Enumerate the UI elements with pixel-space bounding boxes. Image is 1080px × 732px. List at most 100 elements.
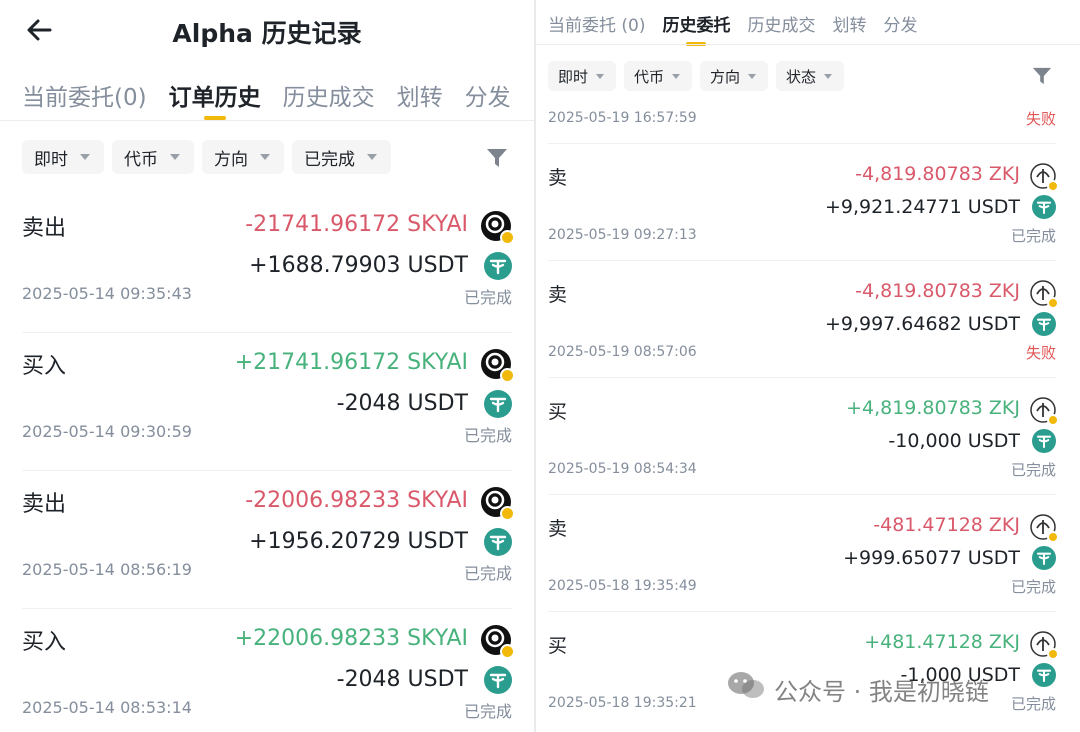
filter-time-dropdown[interactable]: 即时 xyxy=(22,140,104,174)
order-row[interactable]: 卖 -4,819.80783 ZKJ +9,921.24771 USDT 202… xyxy=(548,143,1059,261)
caret-down-icon xyxy=(170,154,180,160)
caret-down-icon xyxy=(260,154,270,160)
token-logo-icon xyxy=(480,486,515,521)
filter-label: 方向 xyxy=(214,149,248,170)
usdt-amount: -2048 USDT xyxy=(336,391,468,416)
chain-badge-icon xyxy=(500,644,515,659)
usdt-amount: -2048 USDT xyxy=(336,667,468,692)
order-status: 已完成 xyxy=(463,702,512,721)
order-time: 2025-05-19 08:54:34 xyxy=(548,461,697,477)
order-row[interactable]: 卖 -481.47128 ZKJ +999.65077 USDT 2025-05… xyxy=(548,494,1059,612)
wechat-icon xyxy=(726,670,766,708)
filter-label: 代币 xyxy=(124,149,158,170)
order-status: 已完成 xyxy=(1010,695,1056,713)
token-logo-icon xyxy=(1030,514,1059,543)
chain-badge-icon xyxy=(1047,297,1059,309)
caret-down-icon xyxy=(80,154,90,160)
token-amount: -22006.98233 SKYAI xyxy=(245,488,468,513)
order-time: 2025-05-14 09:30:59 xyxy=(22,422,192,441)
order-status: 失败 xyxy=(1025,110,1056,128)
filter-label: 即时 xyxy=(34,149,68,170)
token-amount: -4,819.80783 ZKJ xyxy=(855,163,1020,185)
order-row-partial[interactable]: 2025-05-19 16:57:59 失败 xyxy=(548,26,1056,144)
usdt-icon xyxy=(484,528,512,556)
tab-order-history[interactable]: 订单历史 xyxy=(169,78,261,112)
order-time: 2025-05-14 08:53:14 xyxy=(22,698,192,717)
left-panel: Alpha 历史记录 当前委托(0) 订单历史 历史成交 划转 分发 即时 代币… xyxy=(0,0,534,732)
order-row[interactable]: 买入 +22006.98233 SKYAI -2048 USDT 2025-05… xyxy=(22,608,515,732)
order-time: 2025-05-18 19:35:49 xyxy=(548,578,697,594)
chain-badge-icon xyxy=(1047,414,1059,426)
order-side: 买入 xyxy=(22,630,67,655)
tab-trade-history[interactable]: 历史成交 xyxy=(283,78,375,112)
watermark-text: 公众号 · 我是初晓链 xyxy=(774,677,989,706)
order-status: 已完成 xyxy=(463,288,512,307)
filter-bar: 即时 代币 方向 已完成 xyxy=(22,140,391,174)
usdt-icon xyxy=(1032,195,1056,219)
chain-badge-icon xyxy=(500,368,515,383)
tab-transfer[interactable]: 划转 xyxy=(397,78,443,112)
usdt-icon xyxy=(484,390,512,418)
order-time: 2025-05-19 08:57:06 xyxy=(548,344,697,360)
usdt-icon xyxy=(1032,546,1056,570)
token-amount: -481.47128 ZKJ xyxy=(873,514,1020,536)
token-logo-icon xyxy=(1030,631,1059,660)
order-side: 卖 xyxy=(548,284,568,306)
order-status: 失败 xyxy=(1025,344,1056,362)
tab-divider xyxy=(0,120,534,121)
caret-down-icon xyxy=(367,154,377,160)
usdt-amount: -10,000 USDT xyxy=(888,430,1020,452)
order-side: 卖 xyxy=(548,167,568,189)
tab-distribution[interactable]: 分发 xyxy=(465,78,511,112)
usdt-amount: +9,921.24771 USDT xyxy=(824,196,1020,218)
chain-badge-icon xyxy=(1047,648,1059,660)
token-amount: +481.47128 ZKJ xyxy=(864,631,1020,653)
token-amount: +22006.98233 SKYAI xyxy=(234,626,468,651)
chain-badge-icon xyxy=(1047,180,1059,192)
order-status: 已完成 xyxy=(1010,227,1056,245)
order-row[interactable]: 卖出 -21741.96172 SKYAI +1688.79903 USDT 2… xyxy=(22,194,515,333)
token-logo-icon xyxy=(1030,280,1059,309)
chain-badge-icon xyxy=(1047,531,1059,543)
usdt-amount: +1956.20729 USDT xyxy=(249,529,468,554)
order-row[interactable]: 买入 +21741.96172 SKYAI -2048 USDT 2025-05… xyxy=(22,332,515,471)
order-status: 已完成 xyxy=(1010,578,1056,596)
usdt-icon xyxy=(1032,312,1056,336)
order-side: 卖出 xyxy=(22,492,67,517)
tab-current-orders[interactable]: 当前委托(0) xyxy=(22,78,147,112)
token-amount: -4,819.80783 ZKJ xyxy=(855,280,1020,302)
order-side: 买 xyxy=(548,401,568,423)
order-side: 卖出 xyxy=(22,216,67,241)
token-amount: +21741.96172 SKYAI xyxy=(234,350,468,375)
usdt-icon xyxy=(484,666,512,694)
usdt-icon xyxy=(1032,663,1056,687)
token-amount: -21741.96172 SKYAI xyxy=(245,212,468,237)
filter-direction-dropdown[interactable]: 方向 xyxy=(202,140,284,174)
filter-status-dropdown[interactable]: 已完成 xyxy=(292,140,391,174)
filter-funnel-icon[interactable] xyxy=(486,147,508,173)
order-tabs: 当前委托(0) 订单历史 历史成交 划转 分发 xyxy=(22,78,511,112)
order-time: 2025-05-19 09:27:13 xyxy=(548,227,697,243)
token-logo-icon xyxy=(480,624,515,659)
header-bar: Alpha 历史记录 xyxy=(0,0,534,64)
order-side: 卖 xyxy=(548,518,568,540)
order-time: 2025-05-18 19:35:21 xyxy=(548,695,697,711)
order-time: 2025-05-14 08:56:19 xyxy=(22,560,192,579)
token-logo-icon xyxy=(480,348,515,383)
order-row[interactable]: 卖 -4,819.80783 ZKJ +9,997.64682 USDT 202… xyxy=(548,260,1059,378)
order-time: 2025-05-19 16:57:59 xyxy=(548,110,697,126)
watermark: 公众号 · 我是初晓链 xyxy=(726,670,989,708)
token-logo-icon xyxy=(1030,397,1059,426)
filter-token-dropdown[interactable]: 代币 xyxy=(112,140,194,174)
order-time: 2025-05-14 09:35:43 xyxy=(22,284,192,303)
token-amount: +4,819.80783 ZKJ xyxy=(846,397,1020,419)
token-logo-icon xyxy=(1030,163,1059,192)
page-title: Alpha 历史记录 xyxy=(172,19,362,48)
order-row[interactable]: 卖出 -22006.98233 SKYAI +1956.20729 USDT 2… xyxy=(22,470,515,609)
usdt-amount: +9,997.64682 USDT xyxy=(824,313,1020,335)
usdt-icon xyxy=(1032,429,1056,453)
order-status: 已完成 xyxy=(1010,461,1056,479)
usdt-amount: +999.65077 USDT xyxy=(843,547,1020,569)
order-side: 买入 xyxy=(22,354,67,379)
order-row[interactable]: 买 +4,819.80783 ZKJ -10,000 USDT 2025-05-… xyxy=(548,377,1059,495)
